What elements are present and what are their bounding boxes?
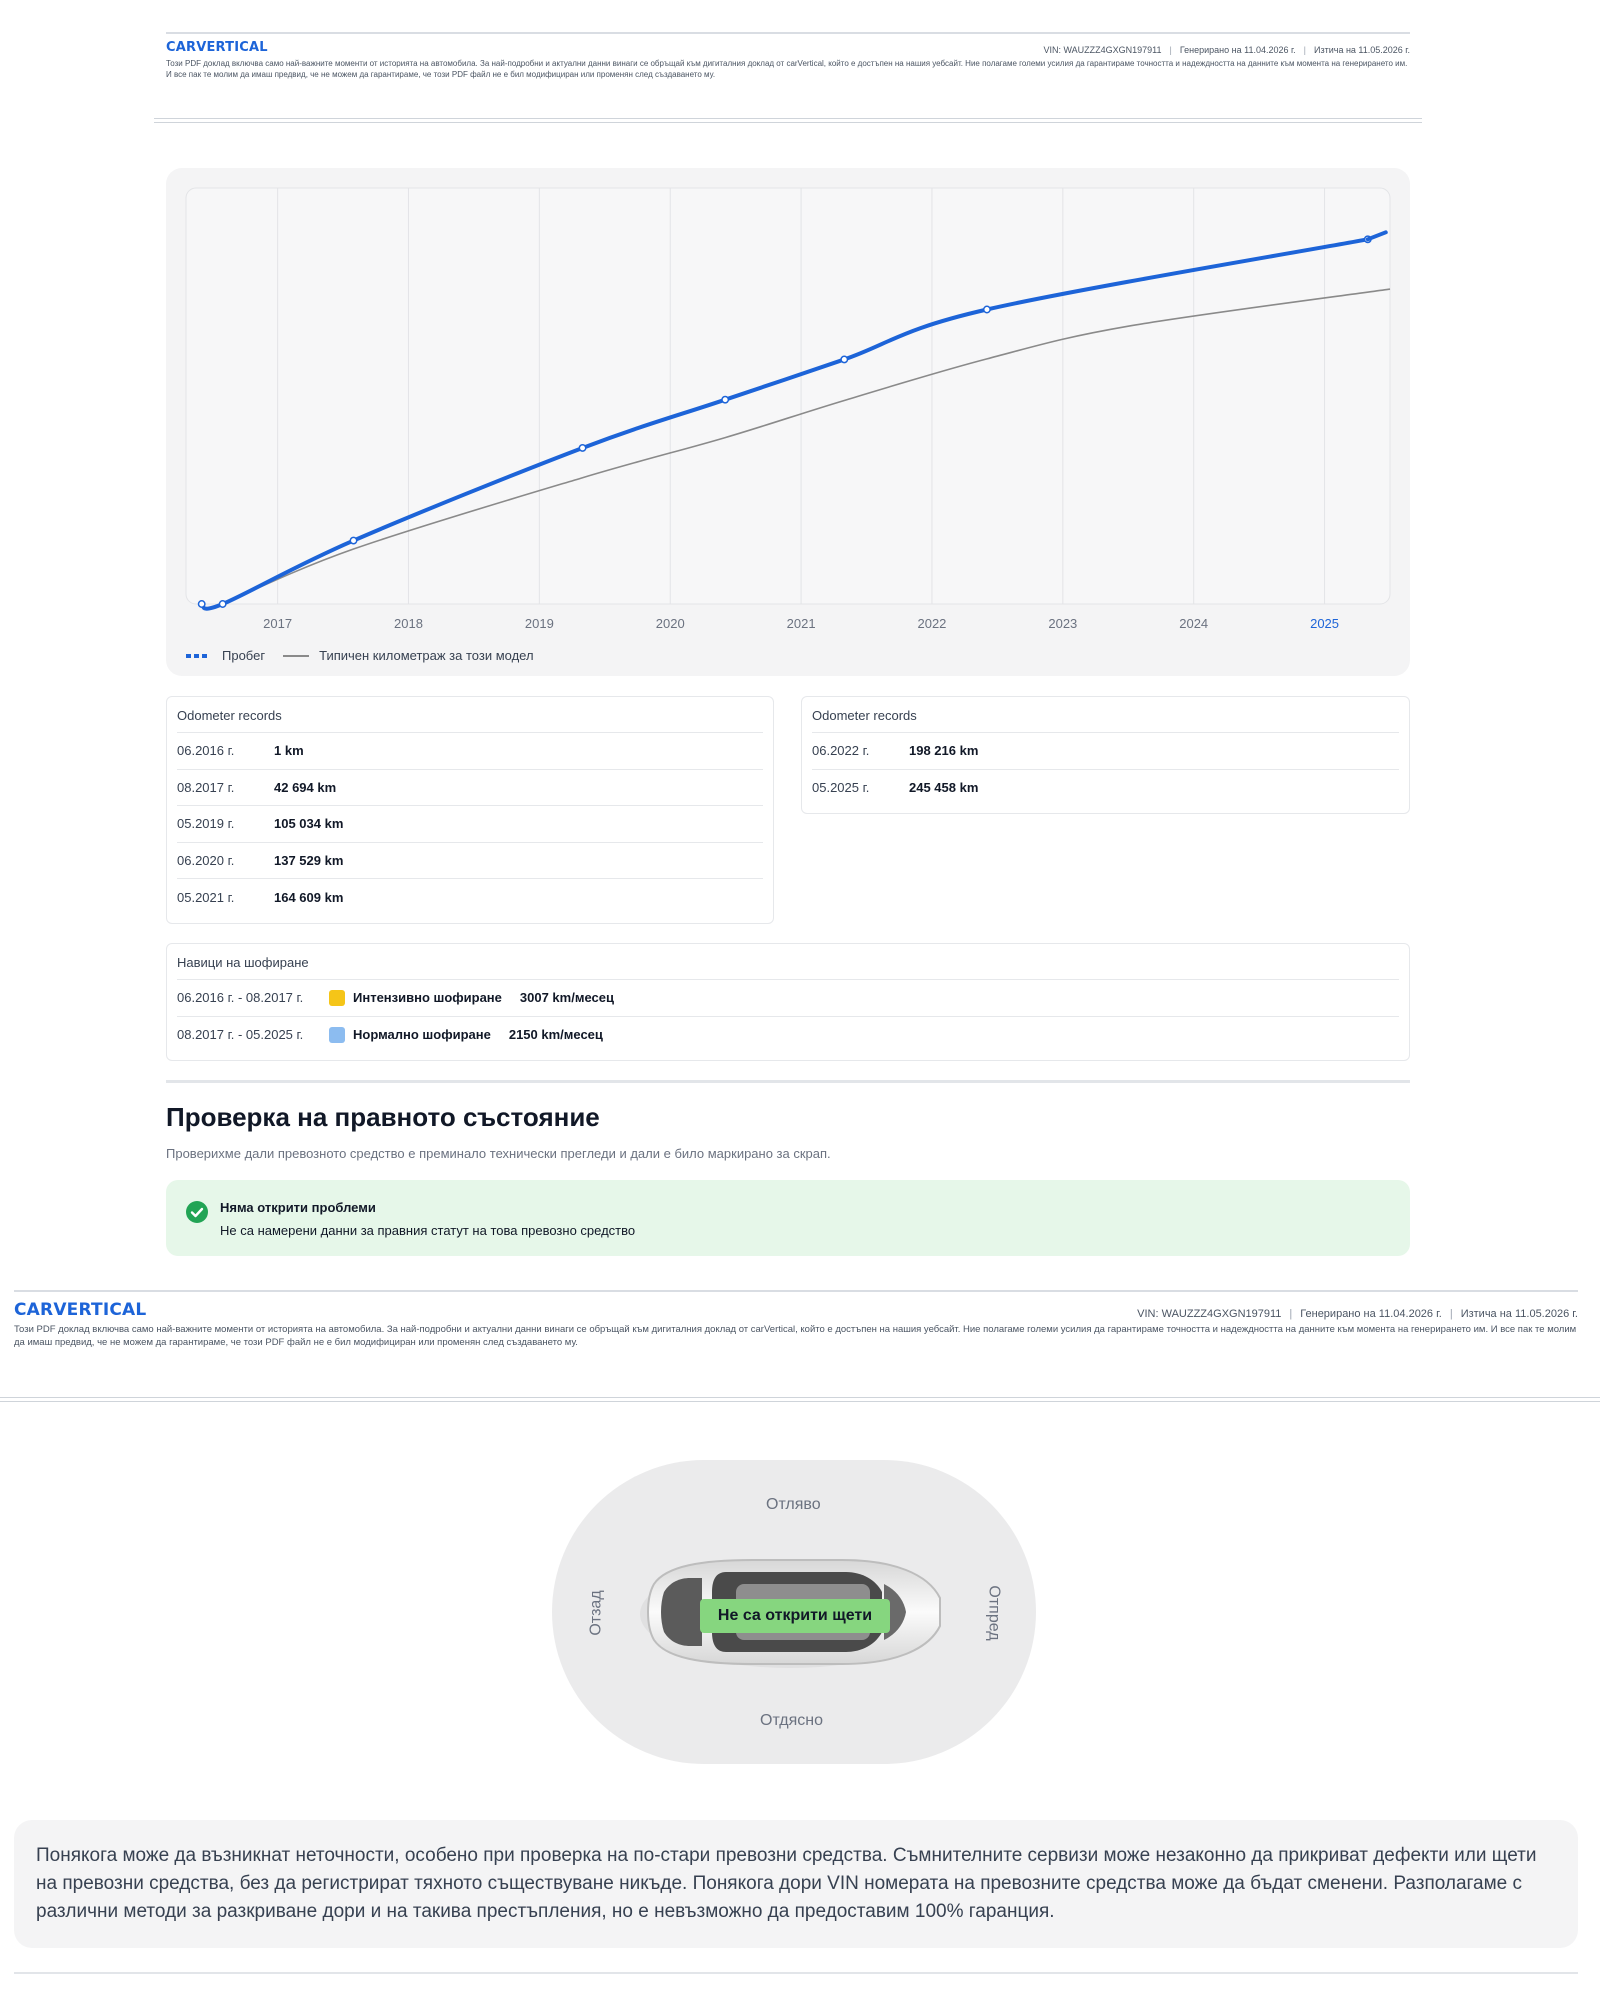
x-tick-label: 2024 — [1179, 616, 1208, 631]
legend-mileage-swatch — [186, 653, 212, 658]
report-meta: VIN: WAUZZZ4GXGN197911 | Генерирано на 1… — [1043, 45, 1410, 55]
generated-date: Генерирано на 11.04.2026 г. — [1179, 45, 1296, 55]
driving-habits-title: Навици на шофиране — [177, 950, 1399, 980]
data-point — [218, 600, 227, 608]
accuracy-note: Понякога може да възникнат неточности, о… — [14, 1820, 1578, 1948]
legal-status-text: Не са намерени данни за правния статут н… — [220, 1223, 636, 1238]
section-divider — [166, 1080, 1410, 1083]
odometer-title: Odometer records — [812, 703, 1399, 733]
expiry-date: Изтича на 11.05.2026 г. — [1460, 1308, 1578, 1320]
direction-left-label: Отляво — [766, 1496, 821, 1513]
direction-right-label: Отдясно — [760, 1712, 823, 1729]
header-divider — [154, 118, 1422, 123]
x-tick-label: 2023 — [1048, 616, 1077, 631]
legal-status-result: Няма открити проблеми Не са намерени дан… — [166, 1180, 1410, 1256]
data-point — [349, 536, 358, 545]
table-row: 05.2025 г. 245 458 km — [812, 780, 979, 796]
page-header: CARVERTICAL VIN: WAUZZZ4GXGN197911 | Ген… — [166, 32, 1410, 80]
data-point — [840, 355, 849, 364]
x-tick-label: 2019 — [525, 616, 554, 631]
x-tick-label: 2017 — [263, 616, 292, 631]
carvertical-logo: CARVERTICAL — [166, 40, 268, 55]
data-point — [578, 443, 587, 452]
table-row: 06.2016 г. - 08.2017 г. Интензивно шофир… — [177, 980, 1399, 1017]
x-tick-label: 2022 — [917, 616, 946, 631]
x-tick-label: 2025 — [1310, 616, 1339, 631]
expiry-date: Изтича на 11.05.2026 г. — [1314, 45, 1410, 55]
odometer-records-right: Odometer records 06.2022 г. 198 216 km 0… — [801, 696, 1410, 814]
legal-status-title: Няма открити проблеми — [220, 1200, 376, 1215]
legal-status-subtitle: Проверихме дали превозното средство е пр… — [166, 1146, 831, 1161]
direction-front-label: Отпред — [985, 1585, 1003, 1641]
odometer-records-left: Odometer records 06.2016 г. 1 km 08.2017… — [166, 696, 774, 924]
legend-typical-swatch — [283, 654, 310, 657]
data-point — [721, 395, 730, 404]
intensive-color-swatch — [329, 989, 345, 1006]
page-header-2: CARVERTICAL VIN: WAUZZZ4GXGN197911 | Ген… — [14, 1290, 1578, 1349]
no-damage-badge: Не са открити щети — [700, 1599, 890, 1633]
x-tick-label: 2018 — [394, 616, 423, 631]
generated-date: Генерирано на 11.04.2026 г. — [1300, 1308, 1442, 1320]
table-row: 08.2017 г. - 05.2025 г. Нормално шофиран… — [177, 1026, 603, 1043]
table-row: 06.2016 г. 1 km — [177, 733, 763, 770]
disclaimer-text: Този PDF доклад включва само най-важните… — [14, 1324, 1577, 1348]
table-row: 06.2020 г. 137 529 km — [177, 843, 763, 879]
table-row: 06.2022 г. 198 216 km — [812, 733, 1399, 770]
driving-habits-table: Навици на шофиране 06.2016 г. - 08.2017 … — [166, 943, 1410, 1061]
chart-legend: Пробег Типичен километраж за този модел — [186, 648, 534, 663]
legend-mileage-label: Пробег — [222, 648, 266, 663]
normal-color-swatch — [329, 1026, 345, 1043]
check-circle-icon — [186, 1201, 208, 1223]
x-tick-label: 2020 — [656, 616, 685, 631]
vin-text: VIN: WAUZZZ4GXGN197911 — [1137, 1308, 1282, 1320]
table-row: 05.2021 г. 164 609 km — [177, 889, 344, 905]
legend-typical-label: Типичен километраж за този модел — [319, 648, 534, 663]
report-meta: VIN: WAUZZZ4GXGN197911 | Генерирано на 1… — [1137, 1308, 1578, 1320]
legal-status-heading: Проверка на правното състояние — [166, 1102, 600, 1132]
bottom-divider — [14, 1972, 1578, 1974]
data-point — [197, 600, 206, 608]
mileage-chart: 2017 2018 2019 2020 2021 2022 2023 2024 2025 Про… — [166, 168, 1410, 676]
table-row: 08.2017 г. 42 694 km — [177, 770, 763, 806]
disclaimer-text: Този PDF доклад включва само най-важните… — [166, 59, 1408, 79]
header-divider — [0, 1397, 1600, 1402]
odometer-title: Odometer records — [177, 703, 763, 733]
data-point — [982, 305, 991, 314]
x-tick-label: 2021 — [787, 616, 816, 631]
plot-area — [185, 187, 1391, 605]
vin-text: VIN: WAUZZZ4GXGN197911 — [1043, 45, 1162, 55]
direction-rear-label: Отзад — [587, 1590, 605, 1636]
table-row: 05.2019 г. 105 034 km — [177, 806, 763, 843]
mileage-chart-svg: 2017 2018 2019 2020 2021 2022 2023 2024 2025 — [185, 187, 1391, 631]
carvertical-logo: CARVERTICAL — [14, 1300, 147, 1320]
